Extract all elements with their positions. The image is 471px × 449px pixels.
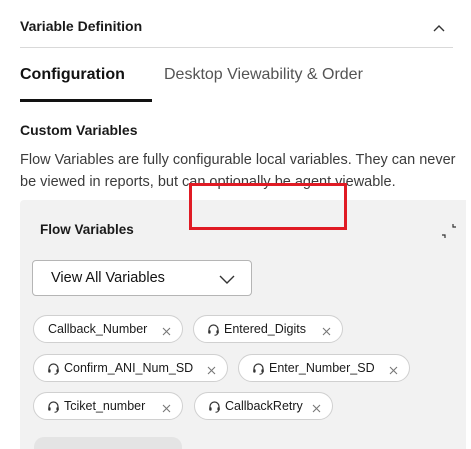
flow-variables-title: Flow Variables xyxy=(40,222,134,237)
active-tab-indicator xyxy=(20,99,152,102)
close-icon[interactable] xyxy=(389,364,398,374)
close-icon[interactable] xyxy=(162,325,171,335)
custom-variables-title: Custom Variables xyxy=(20,122,138,138)
expand-corners-icon[interactable] xyxy=(440,222,458,240)
variable-filter-dropdown[interactable]: View All Variables xyxy=(32,260,252,296)
headset-icon xyxy=(48,362,59,375)
close-icon[interactable] xyxy=(322,325,331,335)
headset-icon xyxy=(208,323,219,336)
variable-chip[interactable]: Tciket_number xyxy=(33,392,183,420)
close-icon[interactable] xyxy=(162,402,171,412)
highlight-annotation-box xyxy=(189,183,347,230)
add-variable-button[interactable] xyxy=(34,437,182,449)
chip-label: Confirm_ANI_Num_SD xyxy=(64,361,194,375)
chevron-up-icon[interactable] xyxy=(431,20,447,36)
section-title: Variable Definition xyxy=(20,18,143,34)
variable-chip[interactable]: Enter_Number_SD xyxy=(238,354,410,382)
variable-chip[interactable]: CallbackRetry xyxy=(194,392,333,420)
tab-desktop-viewability-order[interactable]: Desktop Viewability & Order xyxy=(164,66,363,84)
chip-label: Entered_Digits xyxy=(224,322,306,336)
dropdown-selected-value: View All Variables xyxy=(51,270,165,286)
variable-chip[interactable]: Confirm_ANI_Num_SD xyxy=(33,354,228,382)
variable-chip[interactable]: Callback_Number xyxy=(33,315,183,343)
close-icon[interactable] xyxy=(207,364,216,374)
variable-definition-header[interactable]: Variable Definition xyxy=(20,14,453,48)
headset-icon xyxy=(253,362,264,375)
chip-label: Enter_Number_SD xyxy=(269,361,375,375)
chip-label: Callback_Number xyxy=(48,322,148,336)
flow-variables-panel: Flow Variables View All Variables Callba… xyxy=(20,200,466,449)
chip-label: CallbackRetry xyxy=(225,399,303,413)
headset-icon xyxy=(48,400,59,413)
tab-configuration[interactable]: Configuration xyxy=(20,66,125,84)
chevron-down-icon xyxy=(219,275,235,284)
close-icon[interactable] xyxy=(312,402,321,412)
headset-icon xyxy=(209,400,220,413)
chip-label: Tciket_number xyxy=(64,399,146,413)
variable-chip[interactable]: Entered_Digits xyxy=(193,315,343,343)
